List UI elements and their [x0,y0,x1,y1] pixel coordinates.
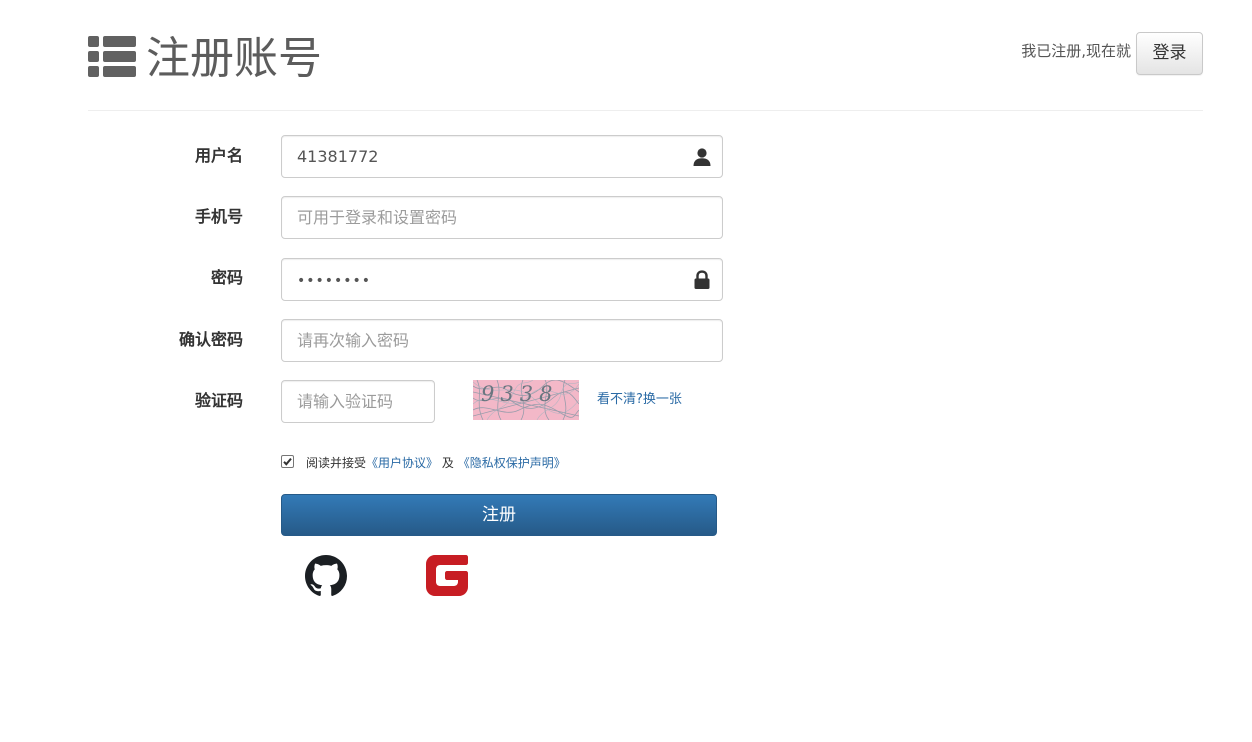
password-value: •••••••• [297,273,372,289]
confirm-password-input[interactable]: 请再次输入密码 [281,319,723,362]
login-button[interactable]: 登录 [1136,32,1203,75]
register-button[interactable]: 注册 [281,494,717,536]
list-icon [88,36,136,78]
captcha-image[interactable]: 9338 [473,380,579,420]
user-agreement-link[interactable]: 《用户协议》 [366,456,438,470]
agreement-prefix: 阅读并接受 [306,456,367,470]
agreement-checkbox[interactable] [281,455,294,468]
confirm-password-placeholder: 请再次输入密码 [297,331,410,350]
captcha-text: 9338 [481,382,558,406]
phone-input[interactable]: 可用于登录和设置密码 [281,196,723,239]
confirm-password-label: 确认密码 [178,330,243,349]
phone-label: 手机号 [194,207,243,226]
agreement-text: 阅读并接受《用户协议》 及 《隐私权保护声明》 [306,455,566,471]
captcha-refresh-link[interactable]: 看不清?换一张 [597,391,682,409]
password-input[interactable]: •••••••• [281,258,723,301]
gitee-icon[interactable] [426,555,468,596]
page-header: 注册账号 我已注册,现在就 登录 [88,28,1203,111]
user-icon [693,148,711,166]
phone-placeholder: 可用于登录和设置密码 [297,208,458,227]
captcha-input[interactable]: 请输入验证码 [281,380,435,423]
password-label: 密码 [210,268,243,287]
username-label: 用户名 [194,146,243,165]
checkmark-icon [283,457,292,466]
username-value: 41381772 [297,147,379,166]
page-title: 注册账号 [146,33,322,84]
github-icon[interactable] [305,555,347,597]
username-input[interactable]: 41381772 [281,135,723,178]
lock-icon [694,270,710,289]
already-registered-text: 我已注册,现在就 [1021,42,1131,60]
agreement-and: 及 [441,456,454,470]
captcha-label: 验证码 [194,391,243,410]
captcha-placeholder: 请输入验证码 [297,392,394,411]
privacy-policy-link[interactable]: 《隐私权保护声明》 [458,456,566,470]
